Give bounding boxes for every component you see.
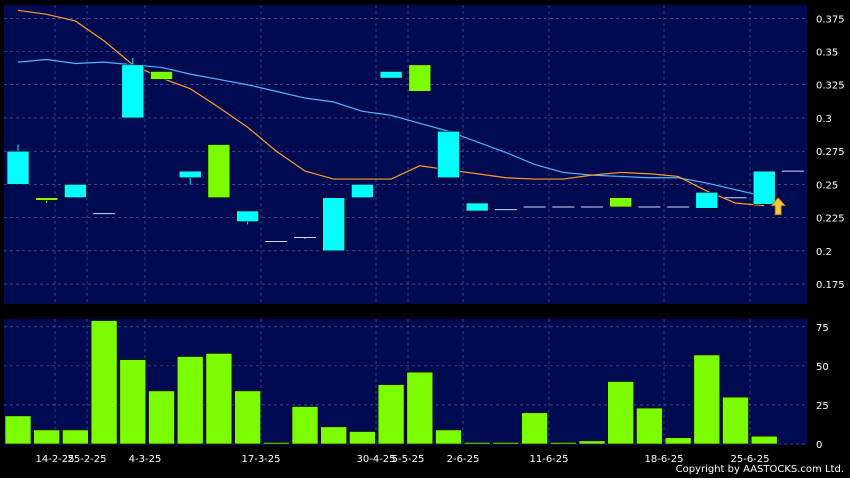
stock-chart: 0.1750.20.2250.250.2750.30.3250.350.375 … xyxy=(4,5,845,465)
candle-body-up xyxy=(121,64,145,119)
candle-body-up xyxy=(465,202,489,212)
volume-bar xyxy=(262,442,290,445)
volume-bar xyxy=(664,437,692,445)
candle-body-up xyxy=(379,71,403,79)
price-tick-label: 0.25 xyxy=(816,180,838,191)
volume-tick-label: 25 xyxy=(816,401,829,412)
volume-bar xyxy=(750,435,778,445)
price-tick-label: 0.275 xyxy=(816,147,845,158)
volume-bar xyxy=(549,442,577,445)
date-tick-label: 4-3-25 xyxy=(129,454,162,465)
volume-bar xyxy=(205,353,233,445)
candle-body-up xyxy=(322,197,346,252)
volume-bar xyxy=(578,440,606,445)
volume-bar xyxy=(4,415,32,445)
volume-bar xyxy=(62,429,89,445)
volume-bar xyxy=(119,359,147,445)
candle-body-down xyxy=(609,197,633,208)
candle-body-down xyxy=(150,71,173,80)
volume-bar xyxy=(176,356,204,445)
copyright-text: Copyright by AASTOCKS.com Ltd. xyxy=(675,464,844,475)
volume-tick-label: 75 xyxy=(816,323,829,334)
volume-bar xyxy=(320,426,348,445)
volume-bar xyxy=(492,442,520,445)
candle-body-up xyxy=(752,170,776,205)
volume-axis-ticks: 0 25 50 75 xyxy=(816,323,829,451)
date-tick-label: 25-2-25 xyxy=(67,454,106,465)
volume-bar xyxy=(607,381,635,445)
candle-body-up xyxy=(437,130,460,179)
price-tick-label: 0.2 xyxy=(816,247,832,258)
volume-bar xyxy=(349,431,376,445)
volume-bar xyxy=(90,320,118,445)
price-tick-label: 0.375 xyxy=(816,14,845,25)
price-tick-label: 0.3 xyxy=(816,114,832,125)
candle-body-up xyxy=(6,150,30,185)
price-tick-label: 0.35 xyxy=(816,48,838,59)
candle-body-up xyxy=(351,184,374,198)
candle-body-down xyxy=(207,144,231,198)
volume-bar xyxy=(636,407,663,445)
candle-body-up xyxy=(695,192,719,209)
volume-bar xyxy=(377,384,405,445)
price-tick-label: 0.325 xyxy=(816,81,845,92)
volume-bar xyxy=(291,406,319,445)
volume-bar xyxy=(722,396,749,445)
candle-body-down xyxy=(35,197,59,201)
volume-tick-label: 0 xyxy=(816,440,822,451)
candle-body-down xyxy=(408,64,432,92)
date-tick-label: 2-6-25 xyxy=(447,454,480,465)
volume-bar xyxy=(435,429,462,445)
date-tick-label: 5-5-25 xyxy=(392,454,425,465)
candle-body-up xyxy=(178,170,202,179)
volume-bar xyxy=(693,354,721,445)
date-tick-label: 17-3-25 xyxy=(241,454,280,465)
price-panel-background xyxy=(4,5,807,304)
price-tick-label: 0.175 xyxy=(816,280,845,291)
volume-bar xyxy=(234,390,261,445)
volume-bar xyxy=(406,371,434,445)
volume-bar xyxy=(33,429,61,445)
candle-body-up xyxy=(236,210,259,222)
date-tick-label: 11-6-25 xyxy=(529,454,568,465)
volume-bar xyxy=(148,390,175,445)
date-axis-ticks: 14-2-2525-2-25 4-3-25 17-3-25 30-4-255-5-25… xyxy=(35,454,769,465)
price-axis-ticks: 0.175 0.2 0.225 0.25 0.275 0.3 0.325 0.35 0.375 xyxy=(816,14,845,291)
date-tick-label: 30-4-25 xyxy=(356,454,395,465)
candle-body-up xyxy=(64,184,87,198)
volume-bar xyxy=(521,412,548,445)
volume-tick-label: 50 xyxy=(816,362,829,373)
volume-bar xyxy=(463,442,491,445)
price-tick-label: 0.225 xyxy=(816,214,845,225)
